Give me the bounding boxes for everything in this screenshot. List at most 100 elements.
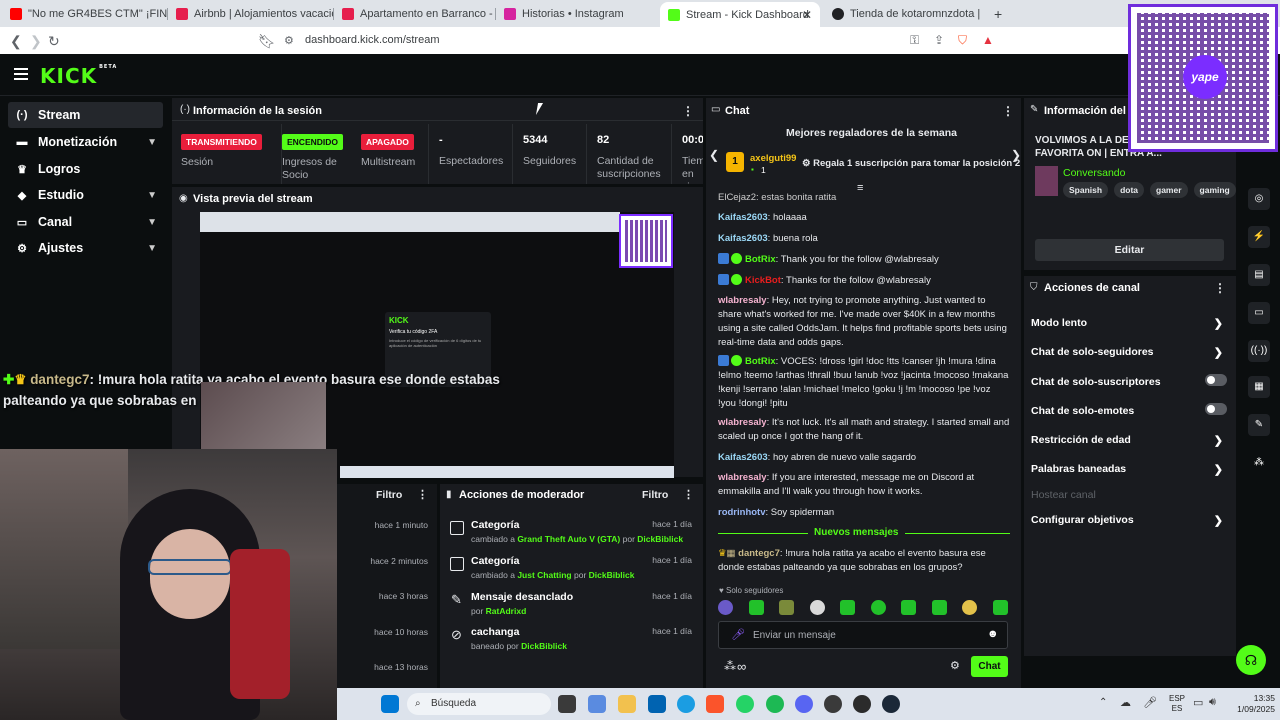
subscribers-only-toggle[interactable] [1205,374,1227,386]
mod-action-item[interactable]: Categoría cambiado a Just Chatting por D… [444,555,694,580]
more-tools-icon[interactable]: ⁂ [1248,452,1270,474]
chat-username[interactable]: BotRix [745,254,776,265]
tab-airbnb-2[interactable]: Apartamento en Barranco - Conjunto [334,3,496,25]
key-icon[interactable]: ⚿ [910,33,919,48]
emote-icon[interactable] [748,600,764,615]
emote-icon[interactable] [962,600,978,615]
chat-username[interactable]: rodrinhotv [718,507,766,518]
chat-username[interactable]: wlabresaly [718,417,767,428]
filter-button[interactable]: Filtro [642,489,668,501]
back-icon[interactable]: ❮ [10,33,22,50]
action-banned-words[interactable]: Palabras baneadas ❯ [1031,463,1227,476]
chat-username[interactable]: wlabresaly [718,472,767,483]
tab-youtube[interactable]: "No me GR4BES CTM" ¡FIN d [2,3,168,25]
drops-icon[interactable]: ⁂ [724,659,736,673]
edge-icon[interactable] [677,695,695,713]
forward-icon[interactable]: ❯ [30,33,42,50]
volume-icon[interactable]: 🔊︎ [1209,696,1216,709]
windows-start-icon[interactable] [381,695,399,713]
app-icon[interactable] [853,695,871,713]
tab-kick-dashboard[interactable]: Stream - Kick Dashboard ✕ [660,2,820,27]
microphone-icon[interactable]: 🎤︎ [731,628,745,641]
tab-store[interactable]: Tienda de kotaromnzdota | The best [824,3,980,25]
file-explorer-icon[interactable] [618,695,636,713]
chat-settings-icon[interactable]: ⚙ [950,659,960,672]
brave-rewards-icon[interactable]: ▲ [982,33,994,47]
chevron-up-icon[interactable]: ⌃ [1099,697,1107,708]
camera-icon[interactable]: ◎ [1248,188,1270,210]
chat-username[interactable]: KickBot [745,275,781,286]
more-options-icon[interactable]: ⋮ [682,104,694,118]
top-gifter-name[interactable]: axelguti99 [750,153,796,164]
emote-icon[interactable] [870,600,886,615]
emoji-icon[interactable]: ☻ [987,628,999,640]
send-chat-button[interactable]: Chat [971,656,1008,677]
close-tab-icon[interactable]: ✕ [802,8,812,22]
emote-icon[interactable] [992,600,1008,615]
new-tab-button[interactable]: + [986,3,1010,25]
sidebar-item-canal[interactable]: ▭ Canal ▼ [8,209,163,235]
chat-username[interactable]: Kaifas2603 [718,233,768,244]
chevron-left-icon[interactable]: ❮ [709,148,719,162]
tab-instagram[interactable]: Historias • Instagram [496,3,658,25]
mod-action-item[interactable]: ✎ Mensaje desanclado por RatAdrixd hace … [444,591,694,616]
discord-icon[interactable] [795,695,813,713]
microphone-icon[interactable]: 🎤︎ [1143,696,1157,709]
site-info-icon[interactable]: ⚙ [284,34,294,47]
more-options-icon[interactable]: ⋮ [1002,104,1014,118]
reload-icon[interactable]: ↻ [48,33,60,50]
mod-action-item[interactable]: ⊘ cachanga baneado por DickBiblick hace … [444,626,694,651]
whatsapp-icon[interactable] [736,695,754,713]
sidebar-item-logros[interactable]: ♛ Logros [8,156,163,182]
sidebar-item-estudio[interactable]: ◆ Estudio ▼ [8,182,163,208]
emote-icon[interactable] [931,600,947,615]
chat-input[interactable]: 🎤︎ Enviar un mensaje ☻ [718,621,1008,649]
language-indicator[interactable]: ESP ES [1169,694,1185,714]
emote-icon[interactable] [779,600,795,615]
kick-logo[interactable]: KICK BETA [40,64,117,88]
category-name[interactable]: Conversando [1063,167,1125,179]
gift-subscription-cta[interactable]: ⚙ Regala 1 suscripción para tomar la pos… [802,158,1020,169]
more-options-icon[interactable]: ⋮ [683,488,694,501]
action-subscribers-only[interactable]: Chat de solo-suscriptores [1031,374,1227,388]
brave-shield-icon[interactable]: ⛉ [958,33,967,48]
new-messages-divider[interactable]: Nuevos mensajes [808,527,905,538]
edit-button[interactable]: Editar [1035,239,1224,261]
lightning-icon[interactable]: ⚡ [1248,226,1270,248]
store-icon[interactable]: ▦ [1248,376,1270,398]
emotes-only-toggle[interactable] [1205,403,1227,415]
action-followers-only[interactable]: Chat de solo-seguidores ❯ [1031,346,1227,359]
obs-icon[interactable] [824,695,842,713]
tag[interactable]: dota [1114,182,1145,198]
network-icon[interactable]: ☁ [1120,696,1131,709]
more-options-icon[interactable]: ⋮ [1214,281,1226,295]
action-configure-goals[interactable]: Configurar objetivos ❯ [1031,514,1227,527]
tab-airbnb[interactable]: Airbnb | Alojamientos vacacionales y [168,3,334,25]
tag[interactable]: Spanish [1063,182,1109,198]
action-emotes-only[interactable]: Chat de solo-emotes [1031,403,1227,417]
broadcast-icon[interactable]: ((·)) [1248,340,1270,362]
mod-action-item[interactable]: Categoría cambiado a Grand Theft Auto V … [444,519,694,544]
wrench-icon[interactable]: ✎ [1248,414,1270,436]
chat-username[interactable]: Kaifas2603 [718,452,768,463]
infinity-icon[interactable]: ∞ [737,659,746,674]
action-age-restriction[interactable]: Restricción de edad ❯ [1031,434,1227,447]
chat-username[interactable]: wlabresaly [718,295,767,306]
tag[interactable]: gaming [1193,182,1236,198]
clock[interactable]: 13:35 1/09/2025 [1225,693,1275,715]
emote-icon[interactable] [840,600,856,615]
chat-username[interactable]: BotRix [745,356,776,367]
filter-button[interactable]: Filtro [376,489,402,501]
chat-username[interactable]: Kaifas2603 [718,212,768,223]
taskbar-search[interactable]: ⌕ Búsqueda [407,693,551,715]
spotify-icon[interactable] [766,695,784,713]
emote-icon[interactable] [901,600,917,615]
more-options-icon[interactable]: ⋮ [417,488,428,501]
bookmark-icon[interactable]: 🔖︎ [258,33,276,50]
hamburger-menu-icon[interactable] [14,68,28,80]
copilot-icon[interactable] [588,695,606,713]
task-view-icon[interactable] [558,695,576,713]
sidebar-item-stream[interactable]: (·) Stream [8,102,163,128]
sidebar-item-monetizacion[interactable]: ▬ Monetización ▼ [8,129,163,155]
brave-icon[interactable] [706,695,724,713]
